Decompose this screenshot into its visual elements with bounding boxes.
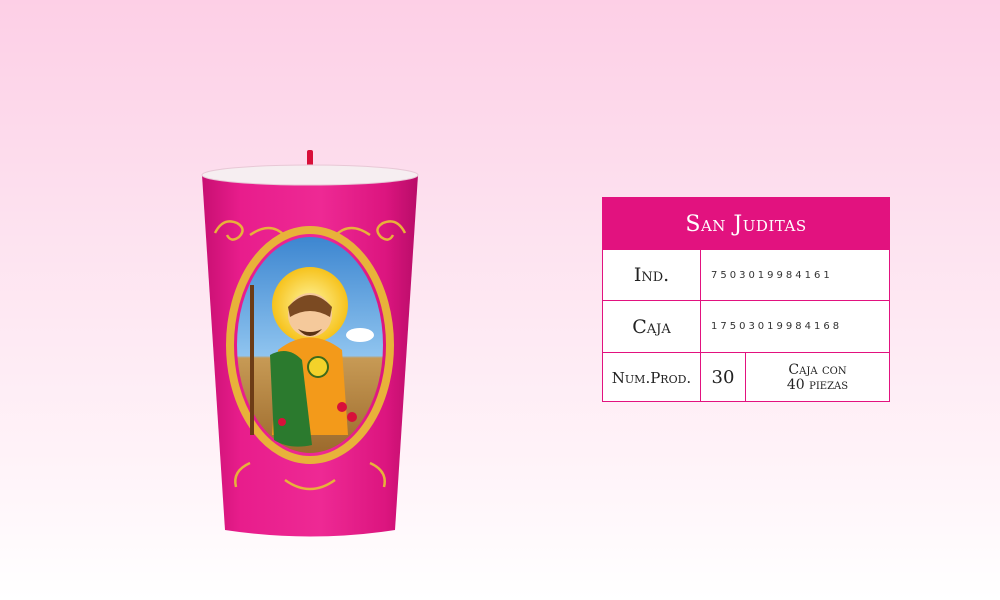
row-caja: Caja 17503019984168	[603, 300, 889, 352]
candle-wax-top	[201, 164, 419, 186]
product-info-card: San Juditas Ind. 7503019984161 Caja 1750…	[602, 197, 890, 402]
row-numprod: Num.Prod. 30 Caja con 40 piezas	[603, 352, 889, 402]
product-title: San Juditas	[603, 198, 889, 250]
caja-code: 17503019984168	[711, 321, 843, 332]
box-quantity: Caja con 40 piezas	[746, 353, 889, 402]
row-ind: Ind. 7503019984161	[603, 250, 889, 300]
ind-label: Ind.	[603, 250, 701, 300]
product-image-candle	[190, 145, 430, 545]
box-line-2: 40 piezas	[786, 376, 849, 393]
ind-code: 7503019984161	[711, 269, 833, 281]
numprod-label: Num.Prod.	[603, 353, 701, 402]
box-line-1: Caja con	[788, 361, 847, 378]
caja-label: Caja	[603, 301, 701, 352]
numprod-value: 30	[701, 353, 746, 402]
